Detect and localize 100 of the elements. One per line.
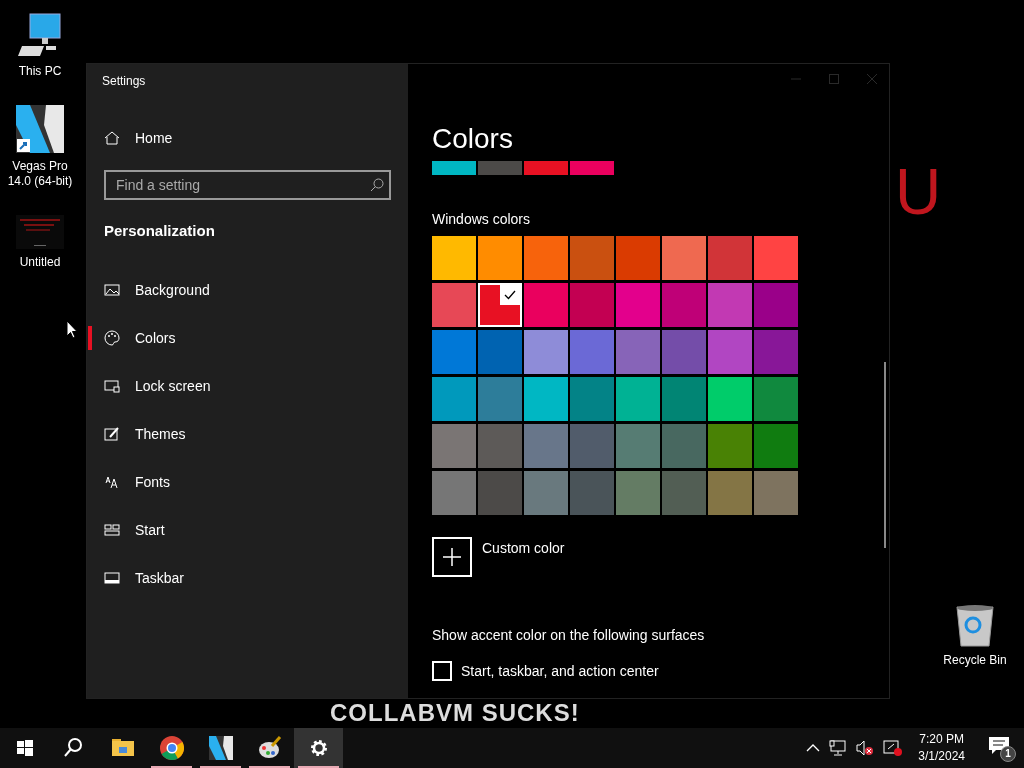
color-swatch[interactable] — [616, 424, 660, 468]
search-icon — [63, 738, 84, 758]
scrollbar-thumb[interactable] — [884, 362, 886, 548]
nav-item[interactable]: Background — [87, 266, 408, 314]
section-label: Show accent color on the following surfaces — [432, 626, 706, 644]
color-swatch[interactable] — [662, 330, 706, 374]
settings-icon — [308, 738, 329, 758]
checkmark-icon — [500, 285, 520, 305]
color-swatch[interactable] — [754, 471, 798, 515]
color-swatch[interactable] — [754, 236, 798, 280]
color-swatch[interactable] — [432, 283, 476, 327]
chevron-up-icon[interactable] — [806, 743, 821, 753]
color-swatch[interactable] — [662, 471, 706, 515]
network-icon[interactable] — [829, 740, 848, 756]
section-heading: Personalization — [104, 222, 216, 240]
color-swatch[interactable] — [616, 471, 660, 515]
color-swatch[interactable] — [432, 424, 476, 468]
color-swatch[interactable] — [662, 377, 706, 421]
recent-color-swatch[interactable] — [524, 161, 568, 175]
color-swatch[interactable] — [432, 330, 476, 374]
home-link[interactable]: Home — [87, 120, 408, 156]
color-swatch[interactable] — [478, 377, 522, 421]
home-icon — [104, 130, 120, 146]
recent-color-swatch[interactable] — [570, 161, 614, 175]
tiles-icon — [104, 522, 120, 538]
color-swatch[interactable] — [478, 330, 522, 374]
page-heading: Colors — [432, 122, 514, 156]
color-swatch[interactable] — [616, 283, 660, 327]
color-swatch[interactable] — [432, 471, 476, 515]
color-swatch[interactable] — [662, 424, 706, 468]
monitor-icon — [104, 378, 120, 394]
color-swatch[interactable] — [754, 330, 798, 374]
color-swatch[interactable] — [570, 377, 614, 421]
nav-item[interactable]: Fonts — [87, 458, 408, 506]
color-swatch[interactable] — [754, 424, 798, 468]
color-swatch[interactable] — [754, 283, 798, 327]
color-swatch[interactable] — [478, 236, 522, 280]
chrome-icon — [159, 736, 184, 760]
recent-color-swatch[interactable] — [432, 161, 476, 175]
nav-item[interactable]: Colors — [87, 314, 408, 362]
pen-icon — [104, 426, 120, 442]
color-swatch[interactable] — [432, 377, 476, 421]
color-swatch[interactable] — [662, 236, 706, 280]
close-icon[interactable] — [867, 74, 877, 84]
color-swatch[interactable] — [524, 424, 568, 468]
search-field[interactable]: Find a setting — [104, 170, 391, 200]
plus-icon — [443, 548, 461, 566]
search-icon — [370, 178, 384, 192]
color-swatch[interactable] — [708, 424, 752, 468]
checkbox[interactable] — [432, 661, 452, 681]
color-swatch[interactable] — [708, 283, 752, 327]
color-swatch[interactable] — [524, 236, 568, 280]
color-swatch[interactable] — [524, 377, 568, 421]
color-swatch[interactable] — [524, 283, 568, 327]
color-swatch[interactable] — [708, 471, 752, 515]
picture-icon — [104, 282, 120, 298]
folder-icon — [111, 737, 134, 759]
color-swatch[interactable] — [432, 236, 476, 280]
muted-speaker-icon[interactable] — [856, 740, 875, 756]
nav-item[interactable]: Start — [87, 506, 408, 554]
maximize-icon[interactable] — [829, 74, 839, 84]
recent-color-swatch[interactable] — [478, 161, 522, 175]
color-swatch[interactable] — [524, 330, 568, 374]
recycle-bin-icon — [955, 603, 995, 647]
color-swatch[interactable] — [616, 377, 660, 421]
color-swatch[interactable] — [478, 283, 522, 327]
screen-alert-icon[interactable] — [883, 739, 904, 757]
color-swatch[interactable] — [570, 471, 614, 515]
color-swatch[interactable] — [708, 377, 752, 421]
checkbox-label: Start, taskbar, and action center — [461, 663, 659, 679]
letters-icon — [104, 474, 120, 490]
vegas-logo-icon — [16, 105, 64, 153]
color-swatch[interactable] — [754, 377, 798, 421]
nav-item[interactable]: Taskbar — [87, 554, 408, 602]
color-swatch[interactable] — [708, 330, 752, 374]
document-thumbnail-icon — [16, 215, 64, 249]
clock[interactable]: 7:20 PM 3/1/2024 — [918, 731, 965, 765]
color-swatch[interactable] — [570, 330, 614, 374]
taskbar-icon — [104, 570, 120, 586]
section-label: Windows colors — [432, 210, 532, 228]
color-swatch[interactable] — [708, 236, 752, 280]
computer-icon — [16, 12, 64, 58]
add-color-button[interactable] — [432, 537, 472, 577]
color-swatch[interactable] — [524, 471, 568, 515]
color-swatch[interactable] — [616, 330, 660, 374]
palette-icon — [257, 736, 282, 760]
wallpaper-text: U — [895, 156, 942, 228]
color-swatch[interactable] — [570, 236, 614, 280]
palette-icon — [104, 330, 120, 346]
window-title: Settings — [102, 73, 147, 89]
color-swatch[interactable] — [478, 424, 522, 468]
mouse-pointer-icon — [66, 320, 78, 339]
color-swatch[interactable] — [616, 236, 660, 280]
taskbar-button[interactable] — [294, 728, 343, 768]
color-swatch[interactable] — [570, 283, 614, 327]
color-swatch[interactable] — [662, 283, 706, 327]
nav-item[interactable]: Themes — [87, 410, 408, 458]
nav-item[interactable]: Lock screen — [87, 362, 408, 410]
color-swatch[interactable] — [478, 471, 522, 515]
color-swatch[interactable] — [570, 424, 614, 468]
